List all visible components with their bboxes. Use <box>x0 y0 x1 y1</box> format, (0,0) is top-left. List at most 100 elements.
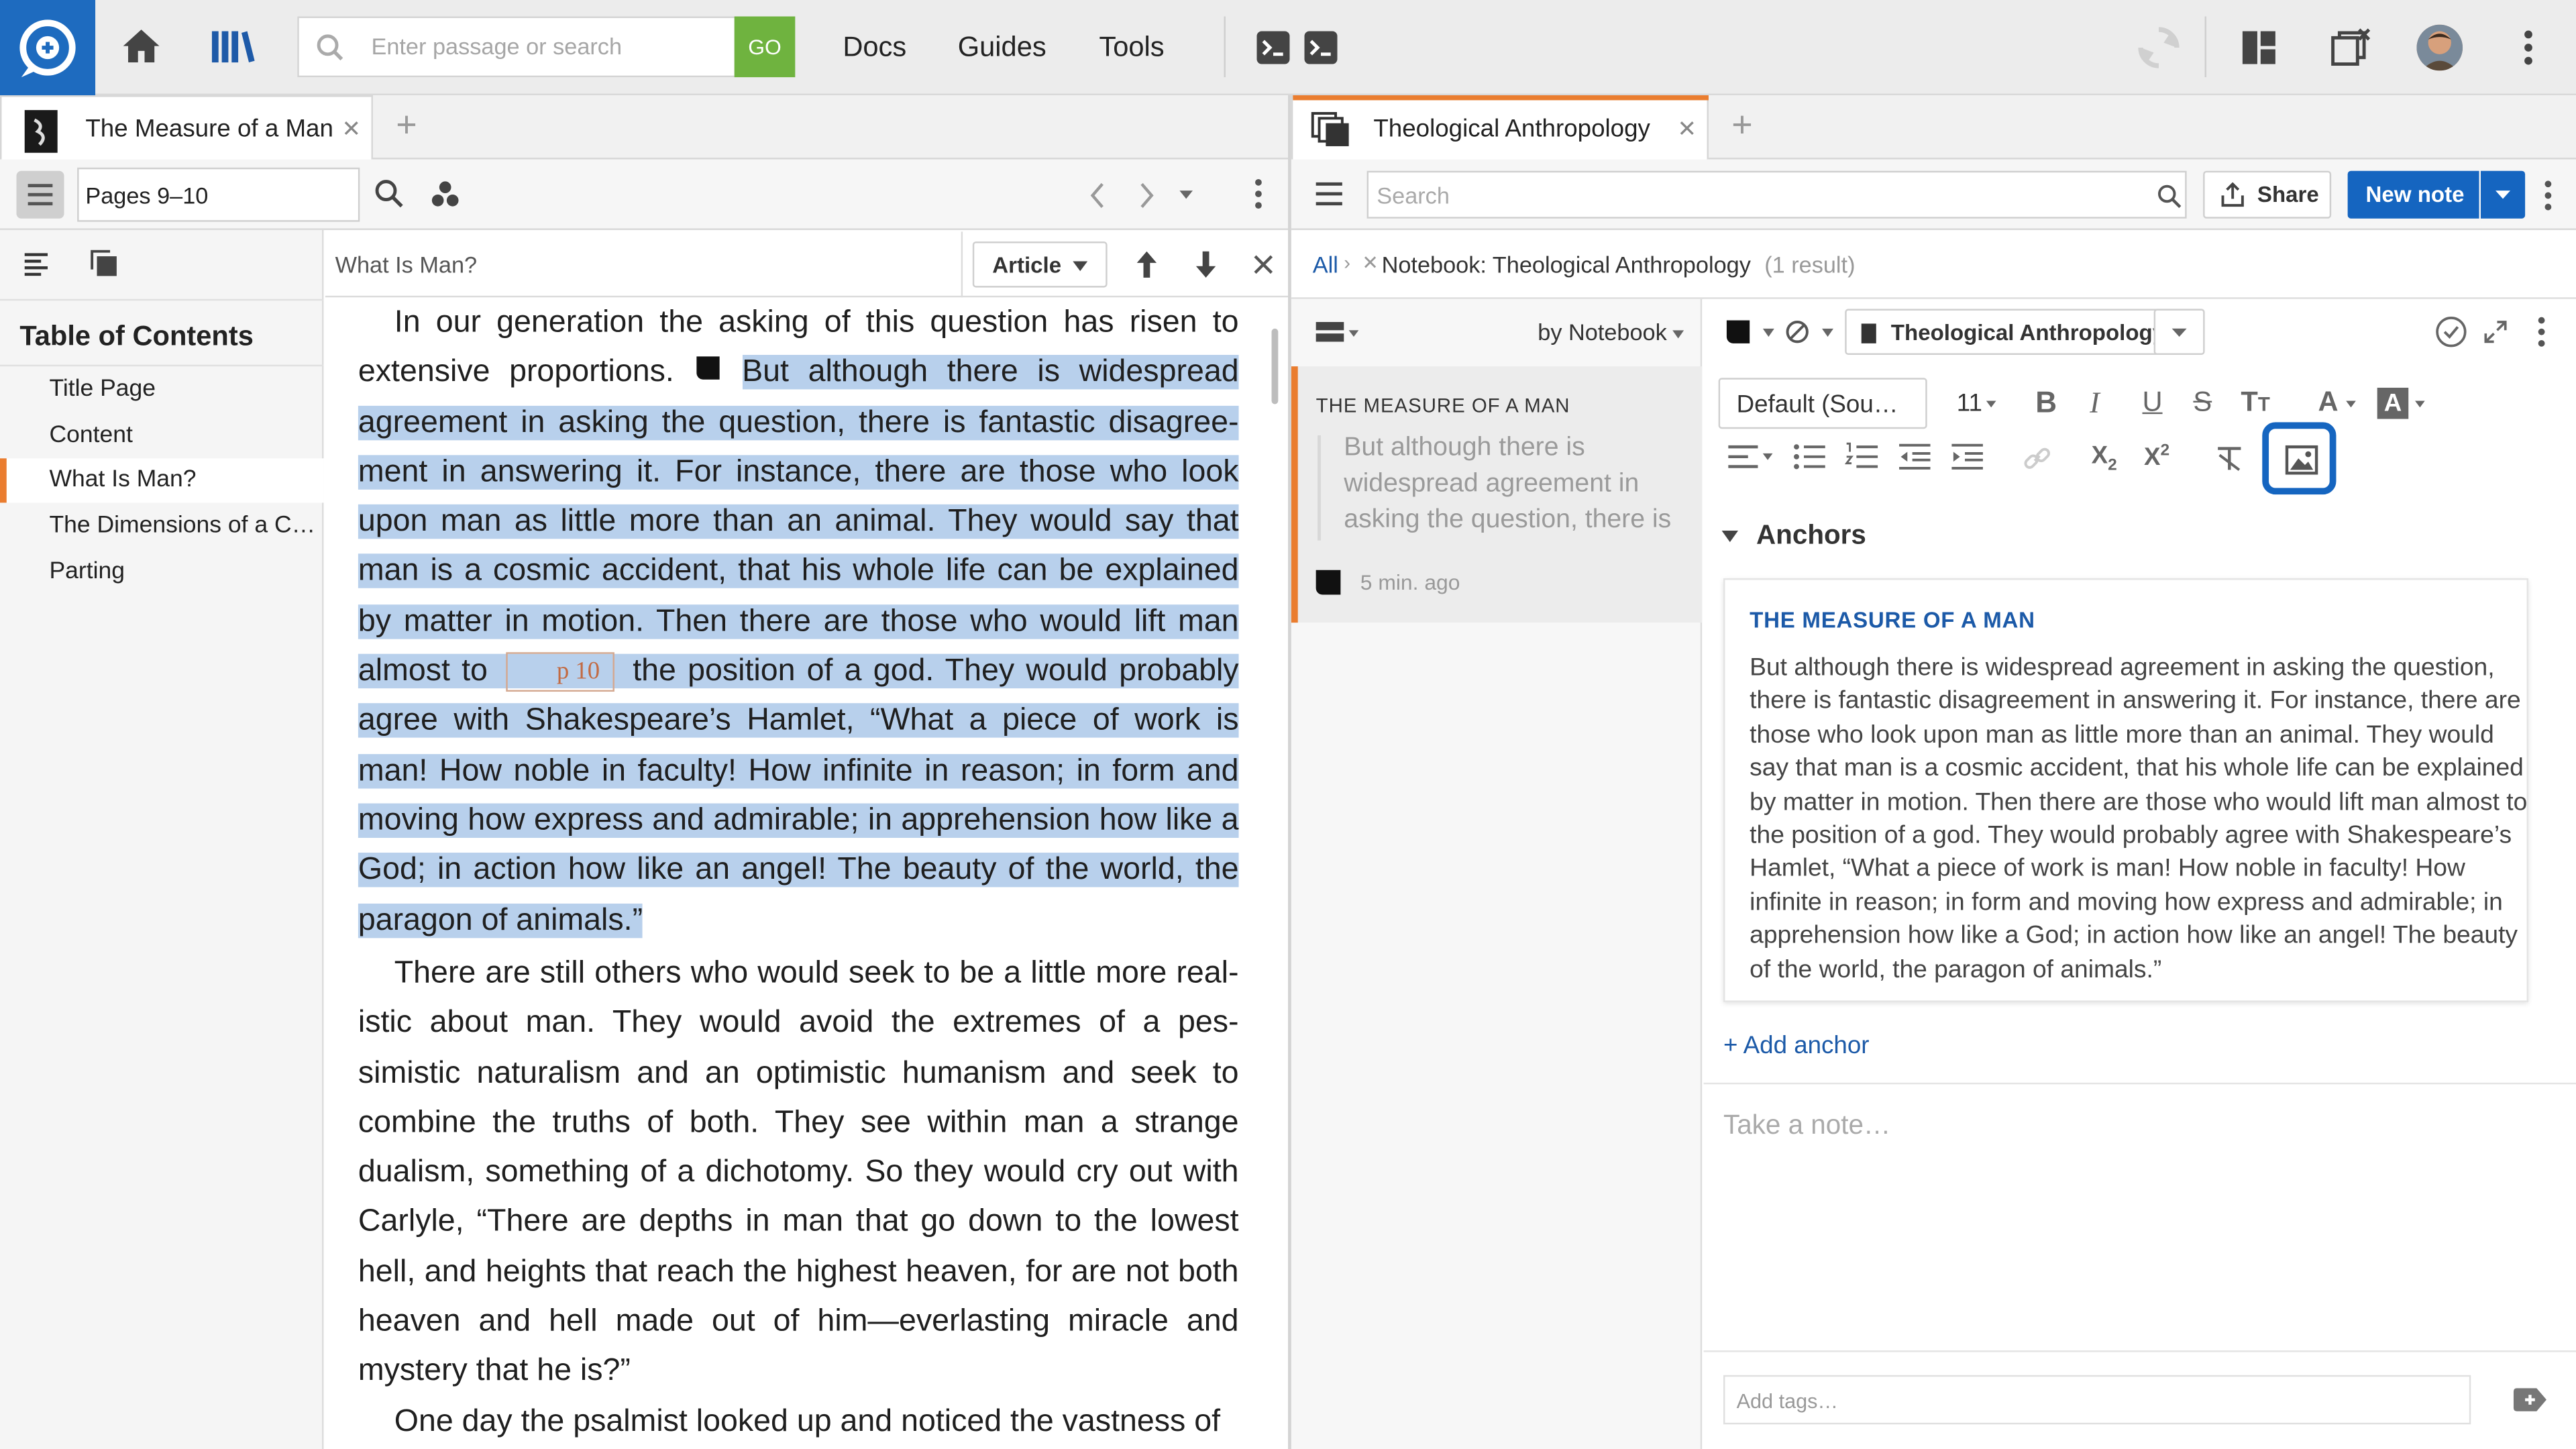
align-icon[interactable] <box>1727 443 1773 470</box>
note-card-source: THE MEASURE OF A MAN <box>1316 394 1570 418</box>
toc-item-what-is-man[interactable]: What Is Man? <box>49 467 196 493</box>
sidebar-menu-icon[interactable] <box>1314 180 1344 207</box>
anchor-card[interactable]: THE MEASURE OF A MAN But although there … <box>1723 578 2529 1002</box>
more-menu-icon[interactable] <box>2520 28 2536 68</box>
bold-icon[interactable]: B <box>2035 386 2057 421</box>
logos-home-logo[interactable] <box>0 0 96 96</box>
collapse-anchors-icon[interactable] <box>1721 531 1739 543</box>
add-tag-icon[interactable] <box>2512 1387 2548 1413</box>
add-anchor-link[interactable]: + Add anchor <box>1723 1032 1870 1060</box>
docs-menu[interactable]: Docs <box>843 32 906 64</box>
home-icon[interactable] <box>120 26 163 66</box>
breadcrumb-notebook: Notebook: Theological Anthropology <box>1381 251 1751 278</box>
divider <box>0 364 324 367</box>
find-input[interactable]: What Is Man? <box>335 252 478 278</box>
font-color-icon[interactable]: A <box>2318 386 2339 419</box>
subscript-icon[interactable]: X2 <box>2092 442 2117 475</box>
close-tab-icon[interactable]: ✕ <box>341 115 361 143</box>
add-tab-icon[interactable]: + <box>1731 103 1752 146</box>
done-check-icon[interactable] <box>2434 315 2467 348</box>
close-tab-icon[interactable]: ✕ <box>1677 115 1697 143</box>
chevron-down-icon[interactable] <box>1821 328 1834 337</box>
toc-toggle-button[interactable] <box>16 170 64 219</box>
new-note-dropdown[interactable] <box>2480 170 2526 219</box>
tab-theological-anthropology[interactable]: Theological Anthropology ✕ <box>1291 95 1709 160</box>
highlighted-text: the position of a god. They would probab… <box>358 653 1239 938</box>
font-family-select[interactable]: Default (Sou… <box>1718 378 1927 429</box>
guides-menu[interactable]: Guides <box>958 32 1046 64</box>
next-match-icon[interactable] <box>1194 250 1217 279</box>
right-tab-strip: Theological Anthropology ✕ + <box>1291 95 2576 160</box>
bullet-list-icon[interactable] <box>1792 442 1825 472</box>
go-button[interactable]: GO <box>734 16 796 78</box>
breadcrumb-all[interactable]: All <box>1313 252 1338 278</box>
underline-icon[interactable]: U <box>2142 386 2162 419</box>
visual-filter-icon[interactable] <box>431 179 460 209</box>
notes-search-input[interactable]: Search <box>1377 182 1450 209</box>
user-avatar[interactable] <box>2416 24 2463 71</box>
find-scope-dropdown[interactable]: Article <box>972 241 1108 288</box>
toc-item-parting[interactable]: Parting <box>49 559 125 585</box>
outdent-icon[interactable] <box>1898 442 1931 472</box>
reference-box[interactable]: Pages 9–10 <box>77 167 360 222</box>
new-note-button[interactable]: New note <box>2347 170 2479 219</box>
strikethrough-icon[interactable]: S <box>2193 386 2212 419</box>
close-find-icon[interactable] <box>1254 255 1273 274</box>
italic-icon[interactable]: I <box>2090 386 2100 421</box>
forward-icon[interactable] <box>1137 180 1157 210</box>
view-options-icon[interactable] <box>1314 319 1360 345</box>
tab-measure-of-a-man[interactable]: The Measure of a Man ✕ <box>0 95 373 160</box>
superscript-icon[interactable]: X2 <box>2144 442 2169 472</box>
previous-match-icon[interactable] <box>1135 250 1158 279</box>
font-size-select[interactable]: 11 <box>1957 389 1982 417</box>
expand-icon[interactable] <box>2482 319 2508 345</box>
remove-filter-icon[interactable]: ✕ <box>1362 252 1379 274</box>
tools-menu[interactable]: Tools <box>1099 32 1164 64</box>
note-menu-icon[interactable] <box>2535 315 2548 348</box>
chevron-down-icon[interactable] <box>1762 328 1774 337</box>
copy-icon[interactable] <box>89 248 118 278</box>
notes-search-box[interactable]: Search <box>1366 170 2187 219</box>
anchor-title[interactable]: THE MEASURE OF A MAN <box>1750 608 2035 633</box>
toc-item-content[interactable]: Content <box>49 422 132 448</box>
library-icon[interactable] <box>210 28 256 64</box>
note-card[interactable]: THE MEASURE OF A MAN But although there … <box>1291 366 1703 623</box>
note-marker-icon[interactable] <box>696 357 720 380</box>
note-style-icon[interactable] <box>1726 320 1750 343</box>
passage-search-box[interactable] <box>297 16 737 78</box>
command-icon[interactable] <box>1255 30 1291 66</box>
toc-item-dimensions[interactable]: The Dimensions of a C… <box>49 513 315 539</box>
text-case-icon[interactable]: TT <box>2241 386 2269 419</box>
highlighted-selection[interactable]: But although there is widespread agreeme… <box>358 356 1239 938</box>
chevron-down-icon[interactable] <box>1672 330 1684 339</box>
no-highlight-icon[interactable] <box>1784 319 1811 345</box>
back-icon[interactable] <box>1087 180 1107 210</box>
tags-input[interactable]: Add tags… <box>1723 1375 2471 1425</box>
indent-icon[interactable] <box>1950 442 1983 472</box>
sync-icon[interactable] <box>2136 25 2182 71</box>
search-icon[interactable] <box>2157 184 2182 209</box>
panel-menu-icon[interactable] <box>2542 179 2555 212</box>
scrollbar-thumb[interactable] <box>1271 328 1279 405</box>
command-icon-2[interactable] <box>1303 30 1339 66</box>
add-tab-icon[interactable]: + <box>396 103 417 146</box>
share-button[interactable]: Share <box>2203 170 2332 219</box>
clear-formatting-icon[interactable] <box>2214 443 2244 473</box>
history-dropdown-icon[interactable] <box>1178 189 1194 201</box>
highlight-color-icon[interactable]: A <box>2377 387 2409 419</box>
toc-active-marker <box>0 458 7 503</box>
layout-icon[interactable] <box>2241 30 2277 66</box>
panel-menu-icon[interactable] <box>1252 177 1265 210</box>
note-body-input[interactable]: Take a note… <box>1723 1111 1890 1142</box>
notebook-selector[interactable]: Theological Anthropology <box>1845 309 2205 355</box>
link-icon[interactable] <box>2023 443 2052 473</box>
passage-search-input[interactable] <box>371 32 725 60</box>
close-panels-icon[interactable] <box>2330 26 2373 69</box>
numbered-list-icon[interactable] <box>1845 442 1878 472</box>
notebook-dropdown[interactable] <box>2153 309 2205 355</box>
insert-image-button[interactable] <box>2262 422 2337 495</box>
toc-item-title-page[interactable]: Title Page <box>49 376 156 402</box>
toc-list-icon[interactable] <box>23 250 49 279</box>
search-icon[interactable] <box>374 179 404 209</box>
sort-dropdown[interactable]: by Notebook <box>1538 319 1667 345</box>
